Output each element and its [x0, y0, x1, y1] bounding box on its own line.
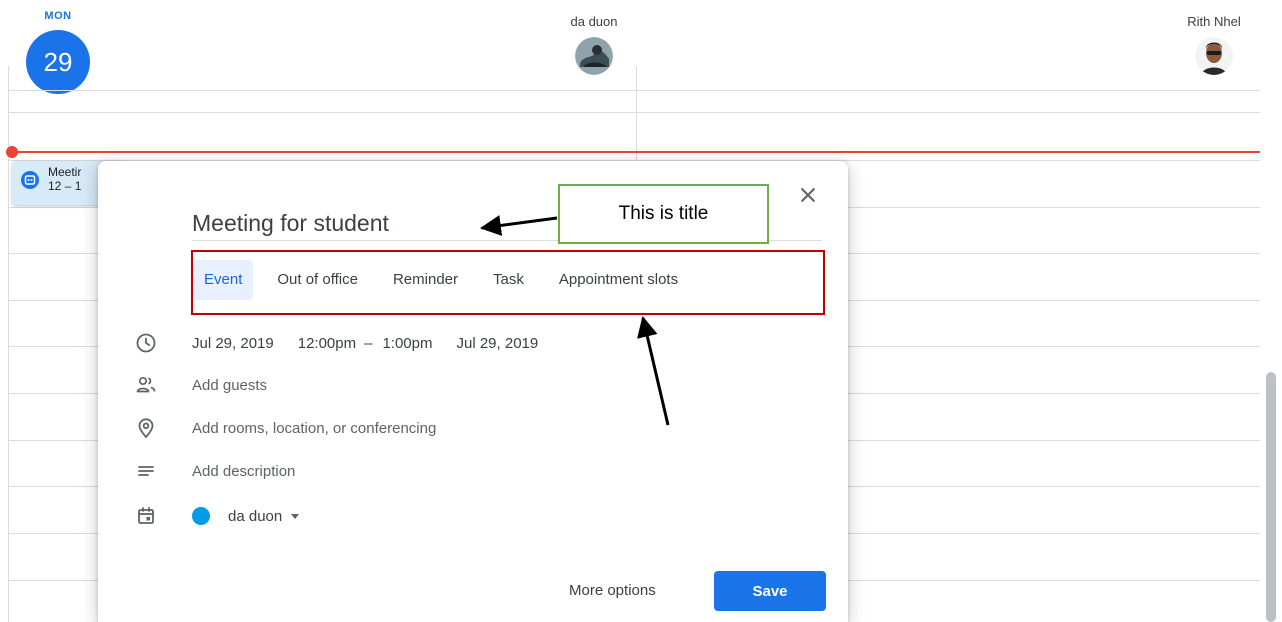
- end-date[interactable]: Jul 29, 2019: [457, 335, 539, 352]
- description-row[interactable]: Add description: [134, 459, 295, 483]
- day-number[interactable]: 29: [26, 30, 90, 94]
- person-name: Rith Nhel: [1187, 14, 1241, 29]
- guests-row[interactable]: Add guests: [134, 373, 267, 397]
- datetime-row: Jul 29, 2019 12:00pm – 1:00pm Jul 29, 20…: [134, 331, 562, 355]
- dropdown-caret-icon: [291, 513, 300, 519]
- location-pin-icon: [134, 416, 158, 440]
- time-separator: –: [364, 334, 373, 352]
- current-time-line: [12, 151, 1260, 153]
- grid-line: [8, 90, 1260, 91]
- meeting-icon: [21, 171, 39, 189]
- add-description: Add description: [192, 462, 296, 480]
- calendar-owner-select[interactable]: da duon: [228, 507, 300, 525]
- more-options-button[interactable]: More options: [556, 571, 669, 611]
- start-time[interactable]: 12:00pm: [298, 335, 356, 352]
- person-column-da-duon: da duon: [556, 14, 632, 75]
- close-button[interactable]: [794, 181, 822, 209]
- close-icon: [801, 188, 815, 202]
- avatar[interactable]: [1195, 37, 1233, 75]
- avatar[interactable]: [575, 37, 613, 75]
- end-time[interactable]: 1:00pm: [382, 335, 432, 352]
- calendar-owner-name: da duon: [228, 507, 283, 525]
- person-name: da duon: [570, 14, 618, 29]
- people-icon: [134, 373, 158, 397]
- grid-line: [8, 112, 1260, 113]
- day-header: MON 29: [26, 10, 90, 94]
- avatar-photo-icon: [575, 37, 613, 75]
- calendar-icon: [134, 504, 158, 528]
- description-icon: [134, 459, 158, 483]
- title-callout-box: This is title: [558, 184, 769, 244]
- scrollbar-thumb[interactable]: [1266, 372, 1276, 622]
- add-location: Add rooms, location, or conferencing: [192, 419, 437, 437]
- location-row[interactable]: Add rooms, location, or conferencing: [134, 416, 436, 440]
- start-date[interactable]: Jul 29, 2019: [192, 335, 274, 352]
- current-time-dot: [6, 146, 18, 158]
- calendar-owner-row: da duon: [134, 504, 300, 528]
- tabs-highlight-box: [191, 250, 825, 315]
- avatar-photo-icon: [1195, 37, 1233, 75]
- day-abbreviation: MON: [44, 10, 72, 22]
- save-button[interactable]: Save: [714, 571, 826, 611]
- add-guests: Add guests: [192, 376, 268, 394]
- person-column-rith-nhel: Rith Nhel: [1168, 14, 1260, 75]
- calendar-color-dot: [192, 507, 210, 525]
- clock-icon: [134, 331, 158, 355]
